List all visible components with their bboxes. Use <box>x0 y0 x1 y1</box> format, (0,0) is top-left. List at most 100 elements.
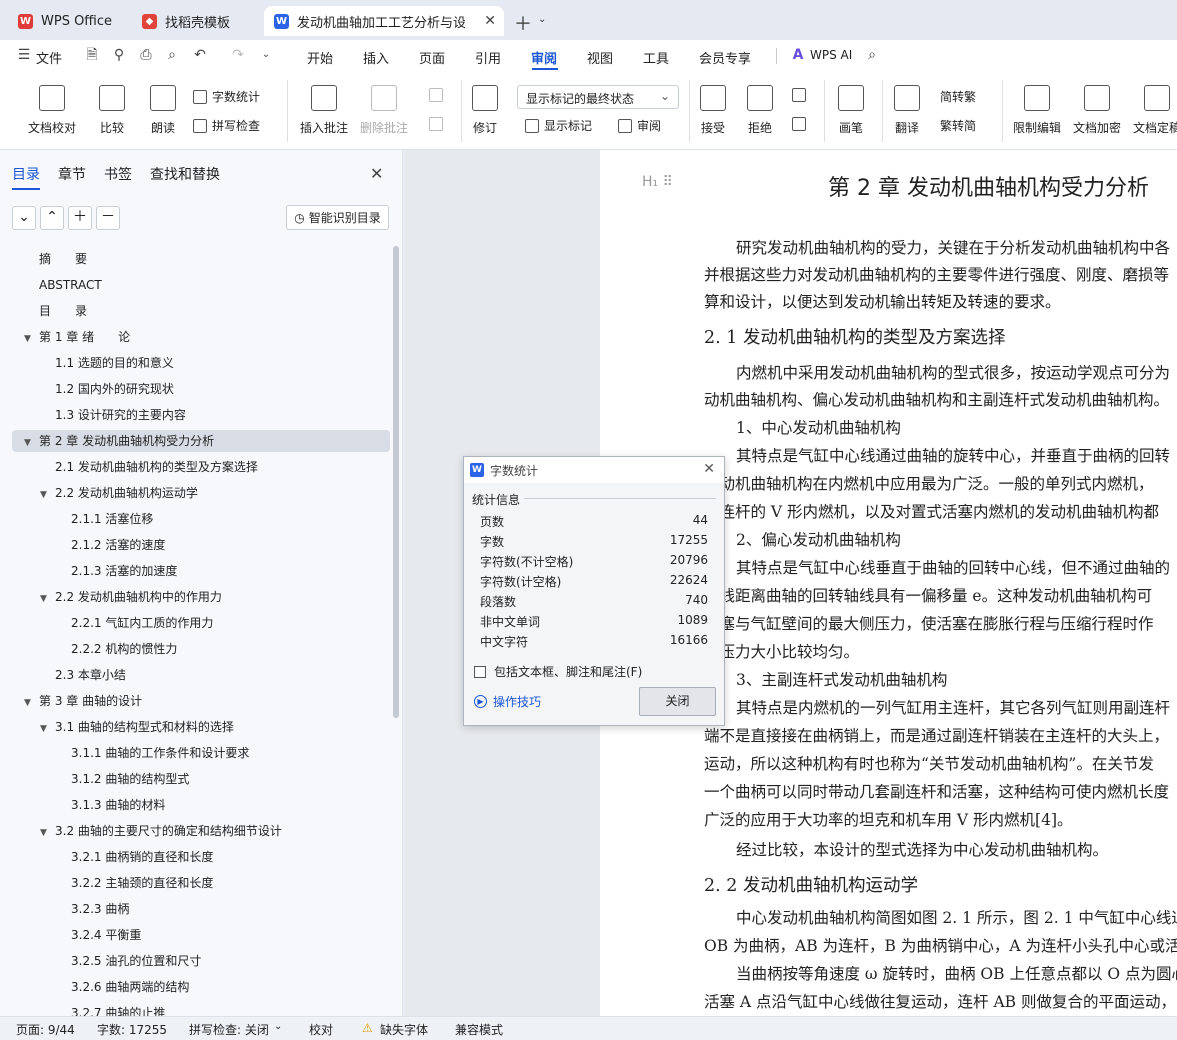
toc-item[interactable]: 1.1 选题的目的和意义 <box>40 350 174 376</box>
checkbox-box[interactable] <box>474 665 486 678</box>
search-icon[interactable]: ⌕ <box>864 47 880 63</box>
spell-check-button[interactable]: 拼写检查 <box>193 117 260 134</box>
toc-item[interactable]: 2.2.2 机构的惯性力 <box>56 636 177 662</box>
reject-button[interactable]: 拒绝 <box>747 85 773 136</box>
proofread-status[interactable]: 校对 <box>309 1021 333 1038</box>
toc-item[interactable]: 3.2.5 油孔的位置和尺寸 <box>56 948 201 974</box>
compat-mode-status[interactable]: 兼容模式 <box>455 1021 503 1038</box>
undo-icon[interactable]: ↶ <box>192 47 208 63</box>
dialog-close-button[interactable]: 关闭 <box>639 687 716 716</box>
tab-find-replace[interactable]: 查找和替换 <box>150 164 220 184</box>
toc-item[interactable]: ▼ 3.1 曲轴的结构型式和材料的选择 <box>40 714 234 740</box>
toc-item[interactable]: ▼ 2.2 发动机曲轴机构运动学 <box>40 480 198 506</box>
add-level-button[interactable]: ＋ <box>68 206 92 230</box>
tab-document[interactable]: W 发动机曲轴加工工艺分析与设计 ✕ <box>264 6 504 36</box>
doc-check-button[interactable]: 文档校对 <box>28 85 76 136</box>
encrypt-button[interactable]: 文档加密 <box>1073 85 1121 136</box>
toc-item[interactable]: 3.1.1 曲轴的工作条件和设计要求 <box>56 740 249 766</box>
toc-item[interactable]: ▼ 3.2 曲轴的主要尺寸的确定和结构细节设计 <box>40 818 282 844</box>
save-icon[interactable]: 🗎 <box>84 47 100 63</box>
include-textbox-checkbox[interactable]: 包括文本框、脚注和尾注(F) <box>474 663 642 680</box>
toc-item[interactable]: 3.1.2 曲轴的结构型式 <box>56 766 189 792</box>
toc-item[interactable]: ▼ 第 3 章 曲轴的设计 <box>24 688 142 714</box>
tab-wps-office[interactable]: W WPS Office <box>8 6 124 36</box>
print-icon[interactable]: ⎙ <box>138 47 154 63</box>
menu-insert[interactable]: 插入 <box>363 48 389 67</box>
page-indicator[interactable]: 页面: 9/44 <box>16 1021 75 1038</box>
toc-item[interactable]: 1.3 设计研究的主要内容 <box>40 402 186 428</box>
toc-item[interactable]: 2.1.1 活塞位移 <box>56 506 153 532</box>
menu-wps-ai[interactable]: WPS AI <box>810 48 852 62</box>
dialog-close-icon[interactable]: ✕ <box>703 461 715 477</box>
expand-arrow-icon[interactable]: ▼ <box>24 430 36 456</box>
show-markup-button[interactable]: 显示标记 <box>525 117 592 134</box>
collapse-button[interactable]: ⌄ <box>12 206 36 230</box>
toc-scrollbar[interactable] <box>393 246 399 718</box>
compare-button[interactable]: 比较 <box>99 85 125 136</box>
insert-comment-button[interactable]: 插入批注 <box>300 85 348 136</box>
tips-link[interactable]: ▶ 操作技巧 <box>474 693 541 710</box>
expand-arrow-icon[interactable]: ▼ <box>40 586 52 612</box>
next-change-icon[interactable] <box>792 117 811 131</box>
to-traditional-button[interactable]: 简转繁 <box>940 88 976 105</box>
menu-member[interactable]: 会员专享 <box>699 48 751 67</box>
restrict-edit-button[interactable]: 限制编辑 <box>1013 85 1061 136</box>
tab-bookmarks[interactable]: 书签 <box>104 164 132 184</box>
toc-item[interactable]: 3.2.3 曲柄 <box>56 896 129 922</box>
review-pane-button[interactable]: 审阅 <box>618 117 661 134</box>
menu-reference[interactable]: 引用 <box>475 48 501 67</box>
word-count-button[interactable]: 字数统计 <box>193 88 260 105</box>
toc-item[interactable]: 3.2.6 曲轴两端的结构 <box>56 974 189 1000</box>
tab-toc[interactable]: 目录 <box>12 164 40 184</box>
to-simplified-button[interactable]: 繁转简 <box>940 117 976 134</box>
smart-toc-button[interactable]: ◷ 智能识别目录 <box>286 205 389 230</box>
finalize-button[interactable]: 文档定稿 <box>1133 85 1177 136</box>
tab-sections[interactable]: 章节 <box>58 164 86 184</box>
delete-comment-button[interactable]: 删除批注 <box>360 85 408 136</box>
toc-item[interactable]: 3.2.1 曲柄销的直径和长度 <box>56 844 213 870</box>
expand-button[interactable]: ⌃ <box>40 206 64 230</box>
translate-button[interactable]: 翻译 <box>894 85 920 136</box>
missing-font-status[interactable]: 缺失字体 <box>380 1021 428 1038</box>
hamburger-icon[interactable]: ☰ <box>16 47 32 63</box>
heading-drag-handle-icon[interactable]: H₁ ⠿ <box>642 174 673 190</box>
menu-tools[interactable]: 工具 <box>643 48 669 67</box>
toc-item[interactable]: 2.1.3 活塞的加速度 <box>56 558 177 584</box>
toc-item[interactable]: ABSTRACT <box>24 272 102 298</box>
menu-page[interactable]: 页面 <box>419 48 445 67</box>
read-aloud-button[interactable]: 朗读 <box>150 85 176 136</box>
new-tab-button[interactable]: ＋ <box>514 10 532 36</box>
tab-list-chevron-icon[interactable]: ⌄ <box>538 14 546 25</box>
word-count-indicator[interactable]: 字数: 17255 <box>97 1021 167 1038</box>
toc-item[interactable]: 2.1 发动机曲轴机构的类型及方案选择 <box>40 454 258 480</box>
tab-docer[interactable]: ◆ 找稻壳模板 <box>132 6 260 36</box>
menu-review[interactable]: 审阅 <box>531 48 557 67</box>
toc-item[interactable]: ▼ 第 2 章 发动机曲轴机构受力分析 <box>24 428 214 454</box>
toc-item[interactable]: 1.2 国内外的研究现状 <box>40 376 174 402</box>
toc-item[interactable]: 摘 要 <box>24 246 87 272</box>
pen-button[interactable]: 画笔 <box>838 85 864 136</box>
accept-button[interactable]: 接受 <box>700 85 726 136</box>
remove-level-button[interactable]: － <box>96 206 120 230</box>
share-icon[interactable]: ⚲ <box>111 47 127 63</box>
toc-item[interactable]: 2.3 本章小结 <box>40 662 126 688</box>
revise-button[interactable]: 修订 <box>472 85 498 136</box>
expand-arrow-icon[interactable]: ▼ <box>40 820 52 846</box>
redo-icon[interactable]: ↷ <box>230 47 246 63</box>
display-state-select[interactable]: 显示标记的最终状态 ⌄ <box>517 85 679 109</box>
expand-arrow-icon[interactable]: ▼ <box>24 326 36 352</box>
toc-item[interactable]: 2.2.1 气缸内工质的作用力 <box>56 610 213 636</box>
toc-item[interactable]: ▼ 第 1 章 绪 论 <box>24 324 130 350</box>
toc-item[interactable]: 目 录 <box>24 298 87 324</box>
spell-check-status[interactable]: 拼写检查: 关闭 <box>189 1021 269 1038</box>
menu-start[interactable]: 开始 <box>307 48 333 67</box>
prev-comment-icon[interactable] <box>429 88 448 102</box>
prev-change-icon[interactable] <box>792 88 811 102</box>
toc-item[interactable]: 3.2.2 主轴颈的直径和长度 <box>56 870 213 896</box>
menu-view[interactable]: 视图 <box>587 48 613 67</box>
next-comment-icon[interactable] <box>429 117 448 131</box>
tab-close-icon[interactable]: ✕ <box>484 13 496 29</box>
more-chevron-icon[interactable]: ⌄ <box>258 47 274 63</box>
toc-item[interactable]: 3.1.3 曲轴的材料 <box>56 792 165 818</box>
menu-file[interactable]: 文件 <box>36 48 62 67</box>
